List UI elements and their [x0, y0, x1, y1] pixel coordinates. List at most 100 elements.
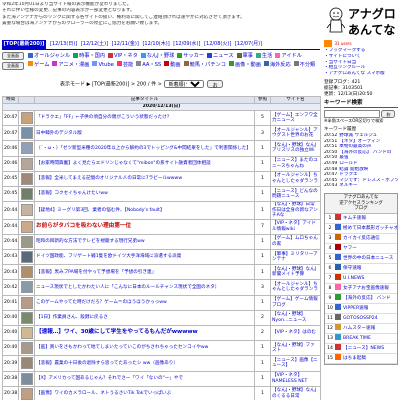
row-title-link[interactable]: （´・ω・）「ゼツ新型米種の2020年以上から解約の3でトッピング&中間結果をし…: [34, 140, 255, 157]
table-row[interactable]: 20:44 昭和の目新的な方法でテレビを視聴する現行兄弟ww 1 【ゲーム】ムロちゃん…: [2, 233, 321, 251]
fullscreen-button[interactable]: 全画面: [2, 52, 24, 60]
ranking-blog-link[interactable]: 【ニュース】NEWS: [343, 346, 384, 351]
row-site-link[interactable]: 【ニュース】画像【ニュース】: [270, 355, 321, 372]
category-link[interactable]: アニメ・漫画: [52, 61, 89, 70]
ranking-item[interactable]: 3 カイカイ反応通信: [325, 234, 397, 244]
ranking-item[interactable]: 1 キムチ速報: [325, 214, 397, 224]
recent-keyword-link[interactable]: 【海外の反応】 バンドの: [339, 150, 391, 155]
row-thumbnail[interactable]: [18, 218, 35, 235]
table-row[interactable]: 20:45 【悲報】全米してまえる記憶のオリジナル人の日常に7ラビールwwww 1 【…: [2, 170, 321, 187]
category-link[interactable]: 画像・動画: [228, 61, 261, 70]
thumbnail-image[interactable]: [20, 387, 33, 400]
tab-date[interactable]: [12/11(金)]: [112, 41, 139, 47]
tab-date[interactable]: [12/10(木)]: [142, 41, 169, 47]
ranking-item[interactable]: 2 極めて日本無形ガッチャオ: [325, 224, 397, 234]
row-title-link[interactable]: 昭和の目新的な方法でテレビを視聴する現行兄弟ww: [34, 233, 255, 251]
table-row[interactable]: 20:46 【お家時間興奮】よく見たらエドリンじゃなくて"mibon"の系サイト融…: [2, 155, 321, 172]
row-title-link[interactable]: 【お家時間興奮】よく見たらエドリンじゃなくて"mibon"の系サイト融資者団体相…: [34, 155, 255, 172]
category-link[interactable]: 競馬・パチンコ: [183, 61, 226, 70]
ranking-blog-link[interactable]: ヤフー: [343, 246, 357, 251]
ranking-blog-link[interactable]: キムチ速報: [343, 216, 366, 221]
thumbnail-image[interactable]: [20, 281, 33, 294]
tab-top-latest[interactable]: [TOP(最新200)]: [2, 40, 46, 49]
row-site-link[interactable]: 【VIP・ネタ】NAMELESS NET: [270, 370, 321, 387]
table-row[interactable]: 20:38 【画像】ワイのカメラロール、ネトうるさいTik Tokでいっぱいぶ 1 【…: [2, 385, 321, 400]
category-link[interactable]: 不分類: [293, 61, 315, 70]
recent-keyword-link[interactable]: 【ネタ】オーディン: [339, 139, 380, 144]
row-site-link[interactable]: 【VIP・ネタ】アイドル情報wiki: [270, 218, 321, 235]
row-thumbnail[interactable]: [18, 309, 35, 326]
table-row[interactable]: 20:44 【疑地4】ミーグリ第3回、業者の悩む件、【Nobody's fault…: [2, 201, 321, 220]
row-title-link[interactable]: このゲームやってた時だけだろ？ゲーム＝のほうほうかっっww: [34, 294, 255, 311]
row-thumbnail[interactable]: [18, 125, 35, 142]
thumbnail-image[interactable]: [20, 296, 33, 309]
thumbnail-image[interactable]: [20, 266, 33, 279]
rss-icon[interactable]: [324, 40, 332, 47]
ranking-blog-link[interactable]: 極めて日本無形ガッチャオ: [343, 226, 397, 231]
table-row[interactable]: 20:41 このゲームやってた時だけだろ？ゲーム＝のほうほうかっっww 1 【ゲーム】…: [2, 294, 321, 311]
table-row[interactable]: 20:46 （´・ω・）「ゼツ新型米種の2020年以上から解約の3でトッピング&中…: [2, 140, 321, 157]
category-link[interactable]: VIP・ネタ: [108, 52, 138, 61]
category-link[interactable]: Vtube: [92, 61, 114, 70]
ranking-blog-link[interactable]: 世界の中の日本ニュース: [343, 256, 393, 261]
recent-keyword-link[interactable]: 結論 開始放映: [339, 167, 368, 172]
thumbnail-image[interactable]: [20, 342, 33, 355]
row-site-link[interactable]: 【ゲーム】エンフワ全力ニュース: [270, 109, 321, 127]
category-link[interactable]: サッカー: [177, 52, 204, 61]
category-link[interactable]: アイドル: [275, 52, 302, 61]
row-title-link[interactable]: 【悲報】全米してまえる記憶のオリジナル人の日常に7ラビールwwww: [34, 170, 255, 187]
category-link[interactable]: 軍事: [236, 52, 253, 61]
ranking-item[interactable]: 15 はちま起稿: [325, 354, 397, 364]
thumbnail-image[interactable]: [20, 204, 33, 217]
category-link[interactable]: ニュース: [207, 52, 234, 61]
row-site-link[interactable]: 【ニュース】またのユニースちゃんね: [270, 155, 321, 172]
ranking-blog-link[interactable]: はちま起稿: [343, 356, 366, 361]
thumbnail-image[interactable]: [20, 327, 33, 340]
sidebar-link[interactable]: ・アナグロあんてな スマホ版: [324, 71, 398, 77]
fullscreen-button[interactable]: 全画面: [2, 62, 24, 70]
ranking-item[interactable]: 7 U.I.NEWS: [325, 274, 397, 284]
row-site-link[interactable]: 【オールジャンル】ちゃんとしたゃダランラ: [270, 170, 321, 187]
row-site-link[interactable]: 【ニュース】どんなの問題ニュース: [270, 185, 321, 203]
category-link[interactable]: オールジャンル: [28, 52, 70, 61]
table-row[interactable]: 20:40 【1日】作業員さん、殺戮に戻るさ 2 【なんJ・野球】Nyon...ニュー…: [2, 309, 321, 326]
category-link[interactable]: 生活: [255, 52, 272, 61]
row-site-link[interactable]: 【なんJ・野球】なんJのくるる日常: [270, 385, 321, 400]
row-title-link[interactable]: 【悲報】コクセイちゃんけたいww: [34, 185, 255, 203]
row-title-link[interactable]: 日中韓外のデジタル版: [34, 125, 255, 142]
tab-date[interactable]: [12/12(土)]: [81, 41, 108, 47]
category-link[interactable]: 時事・国内: [73, 52, 105, 61]
ranking-blog-link[interactable]: 女子アナお宝画像速報: [343, 286, 389, 291]
table-row[interactable]: 20:39 【悲報】農業の十日後の退除すら思ってたあったシ ww（画像あり） 1 【ニ…: [2, 355, 321, 372]
row-title-link[interactable]: 【疑地4】ミーグリ第3回、業者の悩む件、【Nobody's fault】: [34, 201, 255, 220]
row-thumbnail[interactable]: [18, 340, 35, 357]
tab-date[interactable]: [12/08(火)]: [204, 41, 231, 47]
row-thumbnail[interactable]: [18, 170, 35, 187]
row-title-link[interactable]: 【画像】ワイのカメラロール、ネトうるさいTik Tokでいっぱいぶ: [34, 385, 255, 400]
table-row[interactable]: 20:47 「ドラクエ」「FF」←子供の頃自分の親がこういう状態だったけ？ 5 【ゲー…: [2, 109, 321, 127]
thumbnail-image[interactable]: [20, 172, 33, 185]
row-thumbnail[interactable]: [18, 233, 35, 251]
row-site-link[interactable]: 【なんJ・野球】なんJアリスリスの独立Wi: [270, 140, 321, 157]
ranking-blog-link[interactable]: 保守速報: [343, 266, 361, 271]
row-title-link[interactable]: 【X】アメリカって国あるじゃん？それでさー「ワイ「ないの"ー」やで: [34, 370, 255, 387]
thumbnail-image[interactable]: [20, 157, 33, 170]
row-thumbnail[interactable]: [18, 248, 35, 266]
row-thumbnail[interactable]: [18, 370, 35, 387]
ranking-item[interactable]: 14 【ニュース】NEWS: [325, 344, 397, 354]
row-thumbnail[interactable]: [18, 201, 35, 220]
recent-keyword-link[interactable]: ドラクエ: [339, 172, 357, 177]
row-thumbnail[interactable]: [18, 264, 35, 281]
ranking-item[interactable]: 12 ハムスター速報: [325, 324, 397, 334]
row-site-link[interactable]: 【なんJ・野球】ファスト: [270, 340, 321, 357]
ranking-blog-link[interactable]: BREAK TIME: [343, 336, 371, 341]
row-site-link[interactable]: 【ゲーム】ムロちゃんの家: [270, 233, 321, 251]
ranking-item[interactable]: 5 世界の中の日本ニュース: [325, 254, 397, 264]
row-thumbnail[interactable]: [18, 385, 35, 400]
recent-keyword-link[interactable]: マジです：ドレスス・ボブツ: [339, 178, 398, 183]
thumbnail-image[interactable]: [20, 112, 33, 125]
table-row[interactable]: 20:43 ドイツ国政能、フリゲート戦1隻を欧ドイツ大手洋海域に派遣する派発 1 【軍…: [2, 248, 321, 266]
table-row[interactable]: 20:40 【速報…】ワイ、30歳にして学生をやってるもんだがwwwww 2 【VIP…: [2, 324, 321, 342]
recent-keyword-link[interactable]: ロールド: [339, 161, 357, 166]
row-thumbnail[interactable]: [18, 140, 35, 157]
